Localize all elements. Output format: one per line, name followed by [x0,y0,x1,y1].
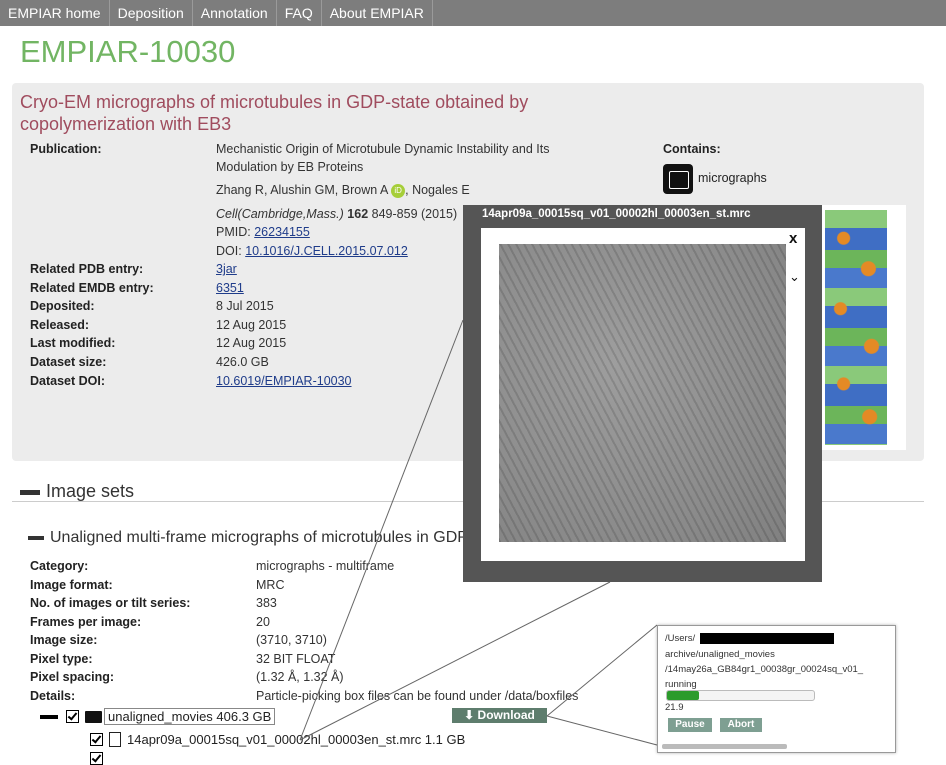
progress-path-2: archive/unaligned_movies [665,649,775,660]
close-icon[interactable]: x [789,230,797,247]
progress-value: 21.9 [665,702,684,713]
overlay-title: 14apr09a_00015sq_v01_00002hl_00003en_st.… [482,208,751,220]
progress-status: running [665,679,697,690]
scrollbar[interactable] [662,744,787,749]
progress-bar [666,690,815,701]
abort-button[interactable]: Abort [720,718,762,732]
redacted-username [700,633,834,644]
progress-fill [667,691,700,700]
progress-path-1: /Users/ [665,633,696,644]
progress-path-3: /14may26a_GB84gr1_00038gr_00024sq_v01_ [665,664,864,675]
pause-button[interactable]: Pause [668,718,712,732]
micrograph-image [499,244,786,542]
chevron-down-icon[interactable]: ⌄ [789,269,800,285]
